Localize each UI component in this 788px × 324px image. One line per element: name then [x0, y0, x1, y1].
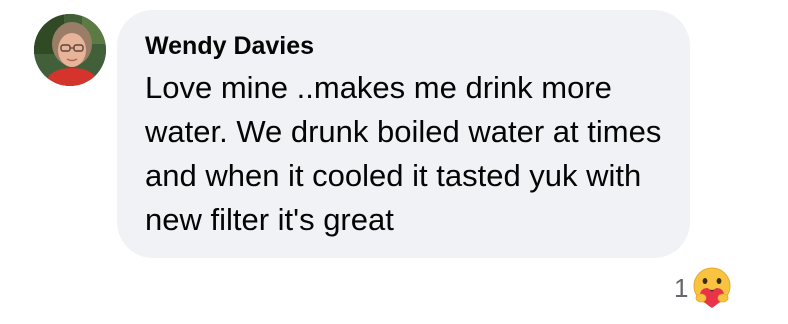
avatar[interactable] — [34, 14, 106, 86]
comment-text: Love mine ..makes me drink more water. W… — [145, 70, 662, 237]
reaction-summary[interactable]: 1 — [674, 266, 734, 310]
care-emoji-icon — [693, 267, 731, 308]
comment-bubble: Wendy Davies Love mine ..makes me drink … — [117, 10, 690, 258]
reaction-count: 1 — [674, 273, 689, 303]
avatar-photo-icon — [34, 14, 106, 86]
comment-author[interactable]: Wendy Davies — [145, 26, 664, 66]
